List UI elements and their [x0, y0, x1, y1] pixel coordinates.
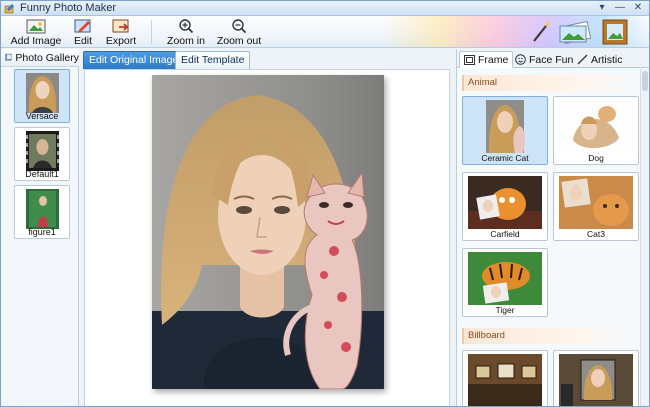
edit-label: Edit: [73, 35, 93, 47]
export-label: Export: [105, 35, 137, 47]
template-billboard-1[interactable]: [462, 350, 548, 406]
menu-dropdown-button[interactable]: ▾: [594, 2, 610, 14]
template-dog[interactable]: Dog: [553, 96, 639, 165]
edit-button[interactable]: Edit: [71, 16, 95, 47]
gallery-thumb-default1[interactable]: Default1: [14, 127, 70, 181]
tab-edit-template[interactable]: Edit Template: [175, 51, 251, 69]
tab-frame-label: Frame: [478, 53, 509, 66]
carfield-thumbnail: [468, 176, 542, 229]
magic-wand-icon: [533, 20, 551, 42]
window-title: Funny Photo Maker: [20, 2, 116, 14]
figure1-thumbnail: [26, 189, 59, 229]
gallery-icon: [5, 53, 13, 61]
main-toolbar: Add Image Edit Export Zoom in Zoom out: [1, 16, 649, 48]
edit-icon: [74, 19, 91, 33]
billboard-2-thumbnail: [559, 354, 633, 406]
tiger-thumbnail: [468, 252, 542, 305]
toolbar-divider: [151, 20, 152, 44]
tab-face-fun[interactable]: Face Fun: [511, 51, 577, 68]
template-ceramic-cat[interactable]: Ceramic Cat: [462, 96, 548, 165]
zoom-in-button[interactable]: Zoom in: [167, 16, 205, 47]
tiger-caption: Tiger: [495, 305, 515, 315]
template-billboard-2[interactable]: [553, 350, 639, 406]
zoom-in-label: Zoom in: [167, 35, 205, 47]
template-panel: Frame Face Fun Artistic Animal Ceramic C…: [456, 49, 649, 406]
dog-thumbnail: [559, 100, 633, 153]
minimize-button[interactable]: —: [612, 2, 628, 14]
tab-artistic[interactable]: Artistic: [573, 51, 627, 68]
app-window: Funny Photo Maker ▾ — ✕ Add Image Edit E…: [0, 0, 650, 407]
app-logo-icon: [4, 4, 14, 14]
zoom-in-icon: [179, 19, 194, 34]
default1-thumbnail: [26, 131, 59, 171]
photo-gallery-panel: Photo Gallery Versace Default1 figure1: [1, 49, 79, 406]
gallery-thumb-figure1[interactable]: figure1: [14, 185, 70, 239]
ceramic-cat-caption: Ceramic Cat: [481, 153, 529, 163]
template-carfield[interactable]: Carfield: [462, 172, 548, 241]
smiley-icon: [515, 54, 526, 65]
zoom-out-icon: [232, 19, 247, 34]
template-scrollbar[interactable]: [640, 69, 649, 406]
dog-caption: Dog: [588, 153, 604, 163]
default1-caption: Default1: [25, 169, 59, 179]
picture-frame-icon: [602, 19, 628, 45]
template-tabs: Frame Face Fun Artistic: [457, 49, 649, 68]
ceramic-cat-thumbnail: [468, 100, 542, 153]
template-list: Animal Ceramic Cat Dog Carfield Cat3 Tig…: [457, 69, 640, 406]
photo-stack-icon: [559, 20, 592, 44]
cat3-caption: Cat3: [587, 229, 605, 239]
zoom-out-label: Zoom out: [216, 35, 262, 47]
add-image-button[interactable]: Add Image: [10, 16, 62, 47]
edited-photo[interactable]: [152, 75, 384, 389]
title-bar: Funny Photo Maker ▾ — ✕: [1, 1, 649, 16]
gallery-thumb-versace[interactable]: Versace: [14, 69, 70, 123]
export-icon: [112, 19, 129, 33]
section-animal: Animal: [462, 75, 634, 91]
brush-icon: [577, 54, 588, 65]
editor-panel: Edit Original Image Edit Template: [80, 49, 454, 406]
add-image-icon: [26, 19, 46, 34]
carfield-caption: Carfield: [490, 229, 520, 239]
scrollbar-thumb[interactable]: [642, 71, 648, 91]
frame-icon: [464, 54, 475, 65]
cat3-thumbnail: [559, 176, 633, 229]
tab-face-fun-label: Face Fun: [529, 53, 574, 66]
section-billboard: Billboard: [462, 328, 634, 344]
photo-gallery-label: Photo Gallery: [15, 51, 79, 64]
image-canvas[interactable]: [84, 69, 450, 406]
add-image-label: Add Image: [10, 35, 62, 47]
export-button[interactable]: Export: [105, 16, 137, 47]
billboard-1-thumbnail: [468, 354, 542, 406]
template-cat3[interactable]: Cat3: [553, 172, 639, 241]
figure1-caption: figure1: [28, 227, 56, 237]
tab-frame[interactable]: Frame: [459, 51, 514, 68]
tab-edit-original-image[interactable]: Edit Original Image: [83, 51, 185, 69]
zoom-out-button[interactable]: Zoom out: [216, 16, 262, 47]
versace-thumbnail: [26, 73, 59, 113]
template-tiger[interactable]: Tiger: [462, 248, 548, 317]
photo-gallery-tab[interactable]: Photo Gallery: [1, 49, 79, 67]
tab-artistic-label: Artistic: [591, 53, 623, 66]
close-button[interactable]: ✕: [630, 2, 646, 14]
versace-caption: Versace: [25, 111, 59, 121]
